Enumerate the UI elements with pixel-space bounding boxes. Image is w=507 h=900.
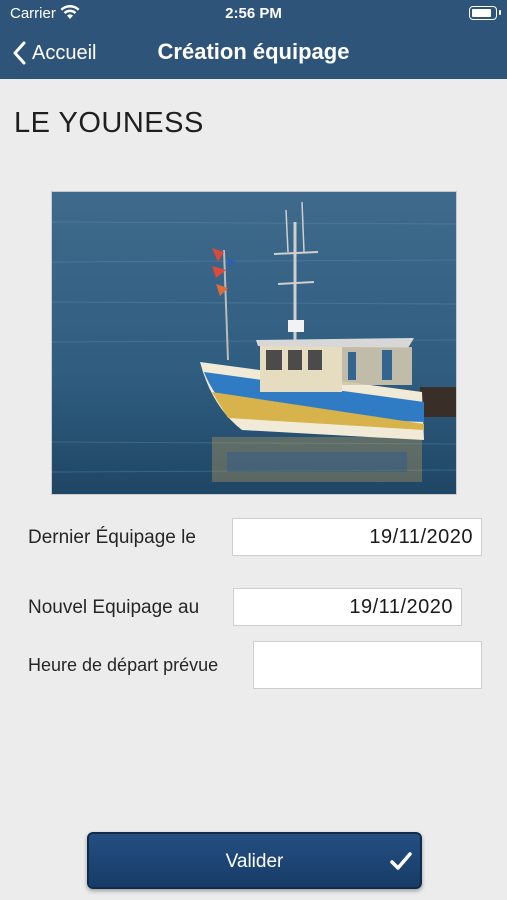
validate-button-label: Valider <box>225 851 284 872</box>
new-crew-date-field[interactable]: 19/11/2020 <box>233 588 462 626</box>
last-crew-label: Dernier Équipage le <box>28 527 196 548</box>
status-bar: Carrier 2:56 PM <box>0 0 507 28</box>
status-time: 2:56 PM <box>225 5 282 22</box>
new-crew-label: Nouvel Equipage au <box>28 597 200 618</box>
boat-name: LE YOUNESS <box>14 107 204 139</box>
boat-photo <box>51 191 457 495</box>
checkmark-icon <box>390 851 412 877</box>
last-crew-date-field[interactable]: 19/11/2020 <box>232 518 482 556</box>
departure-time-label: Heure de départ prévue <box>28 655 219 675</box>
validate-button[interactable]: Valider <box>87 832 422 889</box>
page-title: Création équipage <box>157 39 350 64</box>
top-bar: Carrier 2:56 PM Accueil Création équipag… <box>0 0 507 79</box>
battery-icon <box>469 6 501 20</box>
last-crew-date-value: 19/11/2020 <box>369 525 473 548</box>
new-crew-date-value: 19/11/2020 <box>349 595 453 618</box>
departure-time-field[interactable] <box>253 641 482 689</box>
